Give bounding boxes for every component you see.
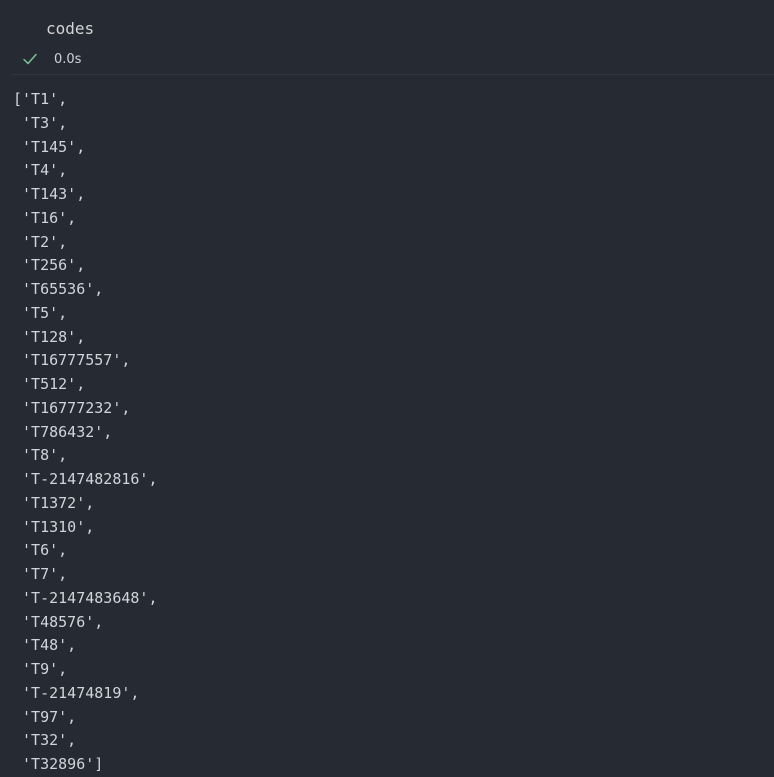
output-line: 'T8',	[13, 446, 68, 465]
output-line: 'T3',	[13, 113, 68, 132]
output-line: ['T1',	[13, 90, 68, 108]
output-line: 'T2',	[13, 232, 68, 251]
output-line: 'T16777557',	[13, 351, 131, 370]
check-icon	[22, 51, 38, 67]
output-line: 'T256',	[13, 256, 86, 275]
output-line: 'T145',	[13, 137, 86, 156]
output-line: 'T16777232',	[13, 398, 131, 417]
output-text: ['T1', 'T3', 'T145', 'T4', 'T143', 'T16'…	[13, 88, 158, 777]
output-line: 'T128',	[13, 327, 86, 346]
output-line: 'T786432',	[13, 422, 113, 441]
execution-status: 0.0s	[22, 49, 81, 69]
output-line: 'T9',	[13, 660, 68, 678]
output-line: 'T4',	[13, 161, 68, 180]
cell-input-area[interactable]: codes 0.0s	[0, 0, 774, 74]
output-line: 'T32',	[13, 731, 77, 750]
notebook-cell[interactable]: codes 0.0s ['T1', 'T3', 'T145', 'T4', 'T…	[0, 0, 774, 776]
cell-output: ['T1', 'T3', 'T145', 'T4', 'T143', 'T16'…	[0, 75, 774, 776]
output-line: 'T6',	[13, 541, 68, 560]
output-line: 'T1372',	[13, 493, 95, 512]
output-line: 'T97',	[13, 707, 77, 726]
output-line: 'T7',	[13, 565, 68, 583]
output-line: 'T48576',	[13, 612, 104, 631]
output-line: 'T1310',	[13, 517, 95, 536]
output-line: 'T143',	[13, 185, 86, 203]
execution-time: 0.0s	[54, 51, 82, 67]
output-line: 'T5',	[13, 303, 68, 322]
output-line: 'T65536',	[13, 280, 104, 298]
output-line: 'T16',	[13, 208, 77, 227]
output-line: 'T512',	[13, 375, 86, 393]
code-editor-line[interactable]: codes	[46, 18, 94, 40]
output-line: 'T-21474819',	[13, 683, 140, 702]
output-line: 'T32896']	[13, 755, 104, 773]
output-line: 'T-2147483648',	[13, 588, 158, 607]
output-line: 'T48',	[13, 636, 77, 655]
output-line: 'T-2147482816',	[13, 470, 158, 488]
